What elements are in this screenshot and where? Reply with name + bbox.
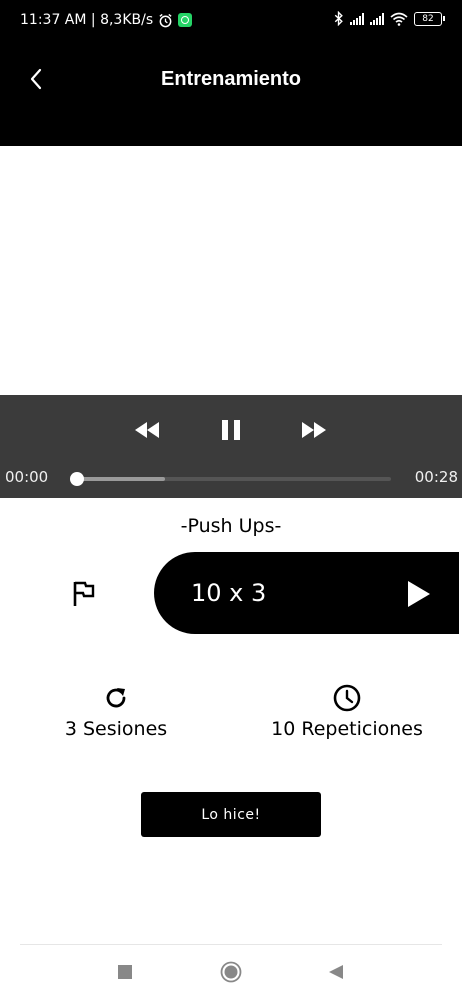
sessions-stat: 3 Sesiones	[44, 684, 188, 740]
video-surface[interactable]	[0, 146, 462, 395]
signal-icon-2	[370, 12, 384, 25]
flag-button[interactable]	[68, 578, 100, 610]
play-icon	[408, 581, 430, 607]
play-exercise-button[interactable]	[406, 580, 432, 608]
status-bar: 11:37 AM | 8,3KB/s 82	[0, 0, 462, 44]
refresh-icon	[106, 688, 126, 708]
nav-divider	[20, 944, 442, 945]
home-button[interactable]	[220, 961, 242, 983]
status-right: 82	[334, 11, 445, 26]
current-time: 00:00	[5, 468, 49, 486]
pause-icon	[222, 420, 240, 440]
exercise-name: -Push Ups-	[180, 515, 282, 537]
repetitions-label: 10 Repeticiones	[271, 718, 423, 740]
status-left: 11:37 AM | 8,3KB/s	[20, 12, 193, 28]
rewind-button[interactable]	[129, 412, 165, 448]
wifi-icon	[390, 12, 408, 26]
progress-bar[interactable]	[77, 477, 391, 481]
pause-button[interactable]	[213, 412, 249, 448]
signal-icon	[350, 12, 364, 25]
triangle-back-icon	[329, 965, 343, 979]
reps-value: 10 x 3	[191, 579, 267, 607]
done-button-label: Lo hice!	[201, 806, 261, 823]
progress-thumb[interactable]	[70, 472, 84, 486]
done-button[interactable]: Lo hice!	[141, 792, 321, 837]
clock-icon	[333, 684, 361, 712]
app-bar: Entrenamiento	[0, 44, 462, 146]
total-time: 00:28	[414, 468, 458, 486]
whatsapp-icon	[178, 13, 193, 27]
battery-indicator: 82	[414, 11, 445, 26]
buffered-bar	[77, 477, 165, 481]
battery-level: 82	[422, 13, 434, 24]
alarm-clock-icon	[159, 13, 172, 27]
square-icon	[118, 965, 132, 979]
system-back-button[interactable]	[325, 961, 347, 983]
circle-icon	[220, 961, 242, 983]
player-controls: 00:00 00:28	[0, 395, 462, 498]
bluetooth-icon	[334, 11, 343, 26]
repetitions-stat: 10 Repeticiones	[254, 684, 440, 740]
flag-icon	[73, 581, 95, 606]
recents-button[interactable]	[114, 961, 136, 983]
fast-forward-button[interactable]	[296, 412, 332, 448]
fast-forward-icon	[302, 422, 326, 438]
sessions-label: 3 Sesiones	[64, 718, 168, 740]
reps-panel: 10 x 3	[154, 552, 459, 634]
rewind-icon	[135, 422, 159, 438]
status-time-speed: 11:37 AM | 8,3KB/s	[20, 12, 154, 28]
page-title: Entrenamiento	[160, 68, 302, 90]
